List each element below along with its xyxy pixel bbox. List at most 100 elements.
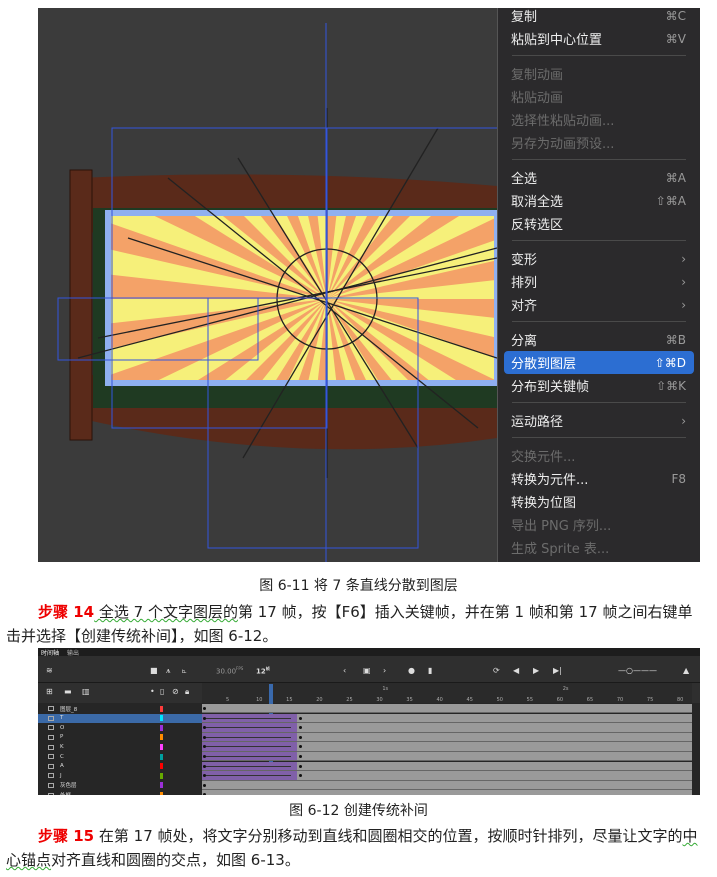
layer-row[interactable]: 图层_8	[38, 704, 202, 713]
menu-item[interactable]: 排列 ›	[504, 270, 694, 293]
menu-item[interactable]: 分布到关键帧 ⇧⌘K	[504, 374, 694, 397]
frame-row[interactable]	[202, 790, 692, 795]
menu-item-label: 分离	[511, 334, 538, 349]
layer-row[interactable]: J	[38, 771, 202, 780]
lock-icon[interactable]: 🔒︎	[185, 687, 189, 697]
step-back-icon[interactable]: ◀	[513, 666, 519, 675]
play-icon[interactable]: ▶	[533, 666, 539, 675]
loop-icon[interactable]: ⟳	[493, 666, 500, 675]
prev-icon[interactable]: ‹	[343, 666, 346, 675]
frame-row[interactable]	[202, 752, 692, 762]
keyframe[interactable]	[203, 755, 206, 758]
menu-item-label: 导出 PNG 序列...	[511, 519, 612, 534]
visibility-icon[interactable]: ⊘	[172, 687, 179, 696]
keyframe[interactable]	[203, 793, 206, 795]
layer-row[interactable]: A	[38, 762, 202, 771]
classic-tween[interactable]	[202, 732, 298, 742]
center-frame-icon[interactable]: ▣	[363, 666, 371, 675]
add-layer-icon[interactable]: ⊞	[46, 687, 53, 696]
highlight-icon[interactable]: •	[150, 687, 155, 696]
keyframe[interactable]	[299, 726, 303, 730]
frame-row[interactable]	[202, 761, 692, 771]
layer-row[interactable]: C	[38, 752, 202, 761]
menu-item[interactable]: 全选 ⌘A	[504, 166, 694, 189]
classic-tween[interactable]	[202, 723, 298, 732]
frame-row[interactable]	[202, 723, 692, 733]
folder-icon[interactable]: ▬	[64, 687, 72, 696]
layer-row[interactable]: O	[38, 723, 202, 732]
frame-row[interactable]	[202, 742, 692, 752]
layer-row[interactable]: 外框	[38, 790, 202, 795]
keyframe[interactable]	[203, 735, 206, 739]
layers-icon[interactable]: ≋	[46, 666, 53, 675]
frame-readout[interactable]: 12帧	[256, 666, 270, 675]
menu-item-label: 复制动画	[511, 68, 564, 83]
trash-icon[interactable]: ▥	[82, 687, 90, 696]
frame-row[interactable]	[202, 713, 692, 723]
classic-tween[interactable]	[202, 752, 298, 761]
layer-color-swatch[interactable]	[160, 792, 163, 795]
menu-item-shortcut: ⇧⌘K	[656, 378, 686, 393]
keyframe[interactable]	[299, 716, 303, 720]
zoom-slider[interactable]: —○———	[618, 666, 657, 675]
layer-color-swatch[interactable]	[160, 705, 163, 712]
outline-icon[interactable]: ▯	[160, 687, 164, 696]
keyframe[interactable]	[203, 764, 206, 768]
classic-tween[interactable]	[202, 771, 298, 780]
graph-icon[interactable]: ⦜	[182, 666, 187, 676]
layer-row[interactable]: K	[38, 742, 202, 751]
menu-item[interactable]: 分散到图层 ⇧⌘D	[504, 351, 694, 374]
menu-item[interactable]: 反转选区	[504, 212, 694, 235]
frame-ruler[interactable]: 5 10 15 20 25 30 35 40 45 50 55 60 65 70 75 80 1s 2s	[202, 683, 692, 703]
onion-skin-icon[interactable]: ●	[408, 666, 415, 675]
keyframe[interactable]	[299, 764, 303, 768]
menu-item[interactable]: 取消全选 ⇧⌘A	[504, 189, 694, 212]
menu-item[interactable]: 分离 ⌘B	[504, 328, 694, 351]
frame-row[interactable]	[202, 704, 692, 714]
mountain-icon[interactable]: ▲	[683, 666, 689, 675]
timeline-toolbar: ≋ ■ ⩚ ⦜ 30.00FPS 12帧 ‹ ▣ › ● ▮ ⟳ ◀ ▶ ▶| …	[38, 656, 700, 683]
menu-item[interactable]: 转换为位图	[504, 490, 694, 513]
parenting-icon[interactable]: ⩚	[166, 666, 171, 676]
ruler-tick: 55	[526, 697, 534, 703]
frame-row[interactable]	[202, 771, 692, 781]
menu-item[interactable]: 变形 ›	[504, 247, 694, 270]
layer-color-swatch[interactable]	[160, 734, 163, 741]
keyframe[interactable]	[203, 716, 206, 720]
keyframe[interactable]	[299, 755, 303, 758]
menu-separator	[512, 55, 686, 56]
layer-row[interactable]: P	[38, 733, 202, 742]
step-forward-icon[interactable]: ▶|	[553, 666, 562, 675]
camera-icon[interactable]: ■	[150, 666, 158, 675]
layer-row[interactable]: T	[38, 713, 202, 723]
layer-color-swatch[interactable]	[160, 772, 163, 779]
menu-item[interactable]: 粘贴到中心位置 ⌘V	[504, 27, 694, 50]
layer-name: T	[60, 715, 64, 722]
menu-item[interactable]: 转换为元件... F8	[504, 467, 694, 490]
next-icon[interactable]: ›	[383, 666, 386, 675]
classic-tween[interactable]	[202, 761, 298, 770]
keyframe[interactable]	[299, 774, 303, 778]
layer-color-swatch[interactable]	[160, 753, 163, 760]
layer-color-swatch[interactable]	[160, 763, 163, 770]
frame-row[interactable]	[202, 732, 692, 743]
layer-icon	[48, 706, 54, 712]
menu-item[interactable]: 复制 ⌘C	[504, 8, 694, 27]
edit-markers-icon[interactable]: ▮	[428, 666, 432, 675]
menu-item[interactable]: 运动路径 ›	[504, 409, 694, 432]
timeline-header: ⊞ ▬ ▥ • ▯ ⊘ 🔒︎ 5 10 15 20 25 30 35 40 45 50 55 60 65…	[38, 683, 700, 703]
layer-row[interactable]: 灰色层	[38, 781, 202, 790]
fps-readout[interactable]: 30.00FPS	[216, 666, 243, 675]
keyframe[interactable]	[203, 707, 206, 710]
keyframe[interactable]	[299, 745, 303, 749]
keyframe[interactable]	[299, 735, 303, 739]
layer-color-swatch[interactable]	[160, 724, 163, 731]
keyframe[interactable]	[203, 783, 206, 787]
frame-row[interactable]	[202, 780, 692, 791]
layer-color-swatch[interactable]	[160, 744, 163, 751]
menu-item[interactable]: 对齐 ›	[504, 293, 694, 316]
layer-color-swatch[interactable]	[160, 715, 163, 722]
classic-tween[interactable]	[202, 742, 298, 751]
layer-color-swatch[interactable]	[160, 782, 163, 789]
classic-tween[interactable]	[202, 713, 298, 722]
